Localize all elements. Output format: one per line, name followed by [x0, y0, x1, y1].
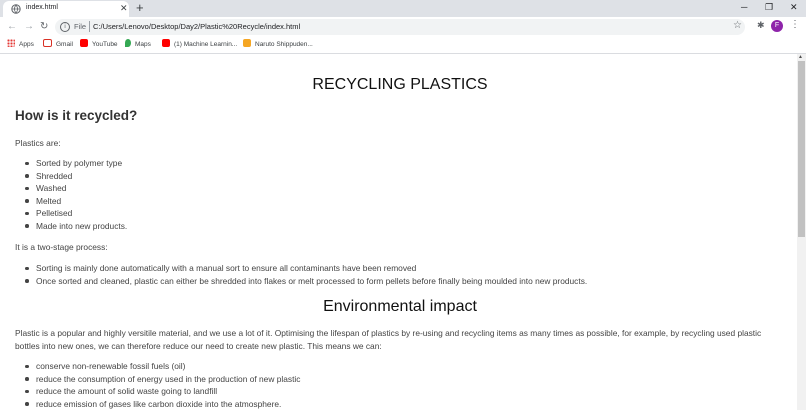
- new-tab-button[interactable]: +: [136, 1, 144, 15]
- vertical-scrollbar[interactable]: ▲: [797, 54, 806, 410]
- info-icon[interactable]: i: [60, 22, 70, 32]
- bookmark-youtube[interactable]: YouTube: [80, 39, 118, 51]
- tab-close-icon[interactable]: ✕: [120, 3, 128, 13]
- list-item: reduce emission of gases like carbon dio…: [25, 398, 300, 410]
- youtube-icon: [162, 39, 170, 47]
- list-item: reduce the amount of solid waste going t…: [25, 385, 300, 398]
- bookmark-label: Apps: [19, 41, 34, 48]
- impact-paragraph: Plastic is a popular and highly versitil…: [15, 328, 762, 351]
- minimize-button[interactable]: ─: [741, 2, 747, 12]
- bookmark-label: Naruto Shippuden...: [255, 41, 313, 48]
- bookmark-apps[interactable]: Apps: [7, 39, 34, 51]
- maps-pin-icon: [125, 39, 131, 47]
- back-arrow-icon[interactable]: ←: [7, 21, 17, 32]
- list-item: Shredded: [25, 170, 127, 183]
- bookmark-naruto[interactable]: Naruto Shippuden...: [243, 39, 313, 51]
- list-item: Pelletised: [25, 207, 127, 220]
- list-item: Sorted by polymer type: [25, 157, 127, 170]
- tab-title: index.html: [26, 4, 58, 11]
- bookmark-gmail[interactable]: Gmail: [43, 39, 73, 51]
- process-intro: It is a two-stage process:: [15, 242, 108, 252]
- browser-toolbar: ← → ↻ i File C:/Users/Lenovo/Desktop/Day…: [0, 17, 806, 37]
- bookmark-star-icon[interactable]: ☆: [733, 20, 742, 31]
- bookmark-maps[interactable]: Maps: [125, 39, 151, 51]
- url-text[interactable]: C:/Users/Lenovo/Desktop/Day2/Plastic%20R…: [93, 22, 300, 31]
- file-scheme-label: File: [74, 22, 87, 31]
- list-item: conserve non-renewable fossil fuels (oil…: [25, 360, 300, 373]
- impact-points-list: conserve non-renewable fossil fuels (oil…: [25, 360, 300, 410]
- globe-icon: [11, 4, 21, 14]
- list-item: Melted: [25, 195, 127, 208]
- bookmarks-bar: Apps Gmail YouTube Maps (1) Machine Lear…: [0, 37, 806, 54]
- menu-kebab-icon[interactable]: ⋮: [790, 19, 800, 30]
- extensions-puzzle-icon[interactable]: ✱: [757, 20, 765, 31]
- forward-arrow-icon[interactable]: →: [24, 21, 34, 32]
- profile-avatar[interactable]: F: [771, 20, 783, 32]
- bookmark-machine-learning[interactable]: (1) Machine Learnin...: [162, 39, 237, 51]
- gmail-icon: [43, 39, 52, 47]
- tab-strip: index.html ✕ + ─ ❐ ✕: [0, 0, 806, 17]
- bookmark-label: Gmail: [56, 41, 73, 48]
- plastics-intro: Plastics are:: [15, 138, 61, 148]
- section-heading-environmental: Environmental impact: [323, 298, 477, 315]
- list-item: reduce the consumption of energy used in…: [25, 373, 300, 386]
- section-heading-recycled: How is it recycled?: [15, 108, 138, 123]
- youtube-icon: [80, 39, 88, 47]
- plastics-steps-list: Sorted by polymer type Shredded Washed M…: [25, 157, 127, 233]
- list-item: Once sorted and cleaned, plastic can eit…: [25, 275, 587, 288]
- apps-grid-icon: [7, 39, 15, 47]
- bookmark-label: YouTube: [92, 41, 118, 48]
- process-steps-list: Sorting is mainly done automatically wit…: [25, 262, 587, 287]
- scrollbar-thumb[interactable]: [798, 61, 805, 237]
- maximize-button[interactable]: ❐: [765, 2, 773, 12]
- page-title: RECYCLING PLASTICS: [312, 76, 488, 93]
- scroll-up-arrow-icon[interactable]: ▲: [798, 54, 803, 60]
- window-close-button[interactable]: ✕: [790, 2, 798, 12]
- reload-icon[interactable]: ↻: [40, 21, 48, 32]
- tab-index-html[interactable]: index.html ✕: [3, 1, 129, 17]
- list-item: Made into new products.: [25, 220, 127, 233]
- list-item: Washed: [25, 182, 127, 195]
- bookmark-label: Maps: [135, 41, 151, 48]
- omnibox-divider: [89, 21, 90, 32]
- naruto-site-icon: [243, 39, 251, 47]
- address-bar[interactable]: i File C:/Users/Lenovo/Desktop/Day2/Plas…: [55, 19, 745, 35]
- bookmark-label: (1) Machine Learnin...: [174, 41, 238, 48]
- list-item: Sorting is mainly done automatically wit…: [25, 262, 587, 275]
- page-viewport: RECYCLING PLASTICS How is it recycled? P…: [0, 54, 797, 410]
